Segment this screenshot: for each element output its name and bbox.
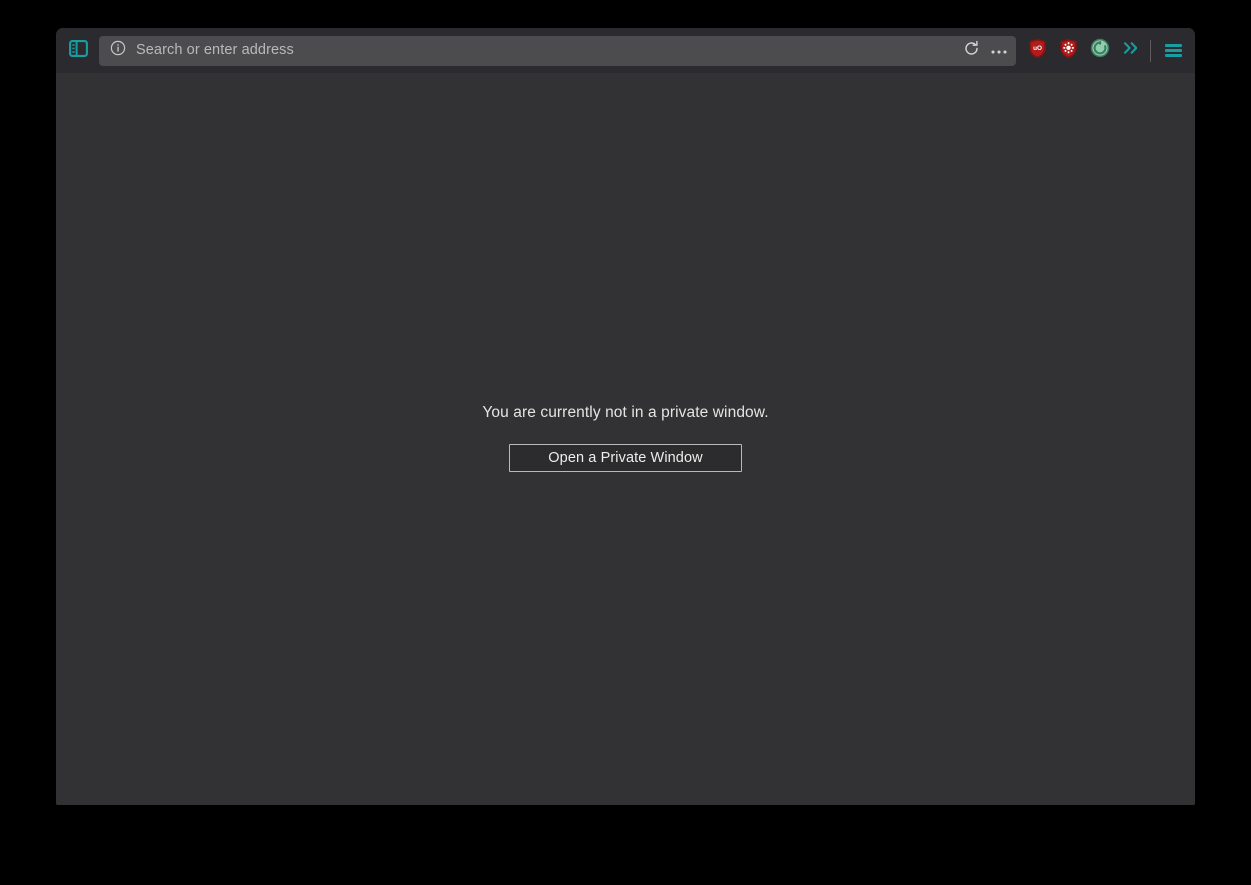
circle-arrow-icon [1090,38,1110,63]
hamburger-bar [1164,44,1182,47]
page-actions-button[interactable] [985,38,1013,64]
overflow-chevron-button[interactable] [1115,36,1146,66]
extensions-area: uO [1016,36,1146,66]
desktop-background: uO [0,0,1251,885]
svg-text:uO: uO [1033,44,1042,51]
double-chevron-right-icon [1121,40,1141,61]
extension-green-circle-button[interactable] [1084,36,1115,66]
address-bar[interactable] [99,35,1016,66]
shield-ubo-icon: uO [1028,38,1047,64]
reload-button[interactable] [957,38,985,64]
search-input[interactable] [131,36,957,65]
sidebar-toggle-button[interactable] [63,36,93,66]
browser-window: uO [56,28,1195,805]
hamburger-icon [1164,44,1182,57]
browser-toolbar: uO [56,28,1195,73]
reload-icon [963,40,980,62]
ellipsis-icon [990,42,1008,60]
app-menu-button[interactable] [1157,36,1189,66]
hamburger-bar [1164,54,1182,57]
identity-icon-button[interactable] [105,38,131,64]
hamburger-bar [1164,49,1182,52]
toolbar-separator [1150,39,1151,62]
shield-badger-icon [1059,38,1078,64]
extension-ublock-origin-button[interactable]: uO [1022,36,1053,66]
sidebar-icon [68,39,88,62]
private-window-message: You are currently not in a private windo… [482,404,769,421]
info-circle-icon [110,40,126,61]
extension-privacy-badger-button[interactable] [1053,36,1084,66]
page-content: You are currently not in a private windo… [56,73,1195,805]
open-private-window-button[interactable]: Open a Private Window [509,444,742,472]
